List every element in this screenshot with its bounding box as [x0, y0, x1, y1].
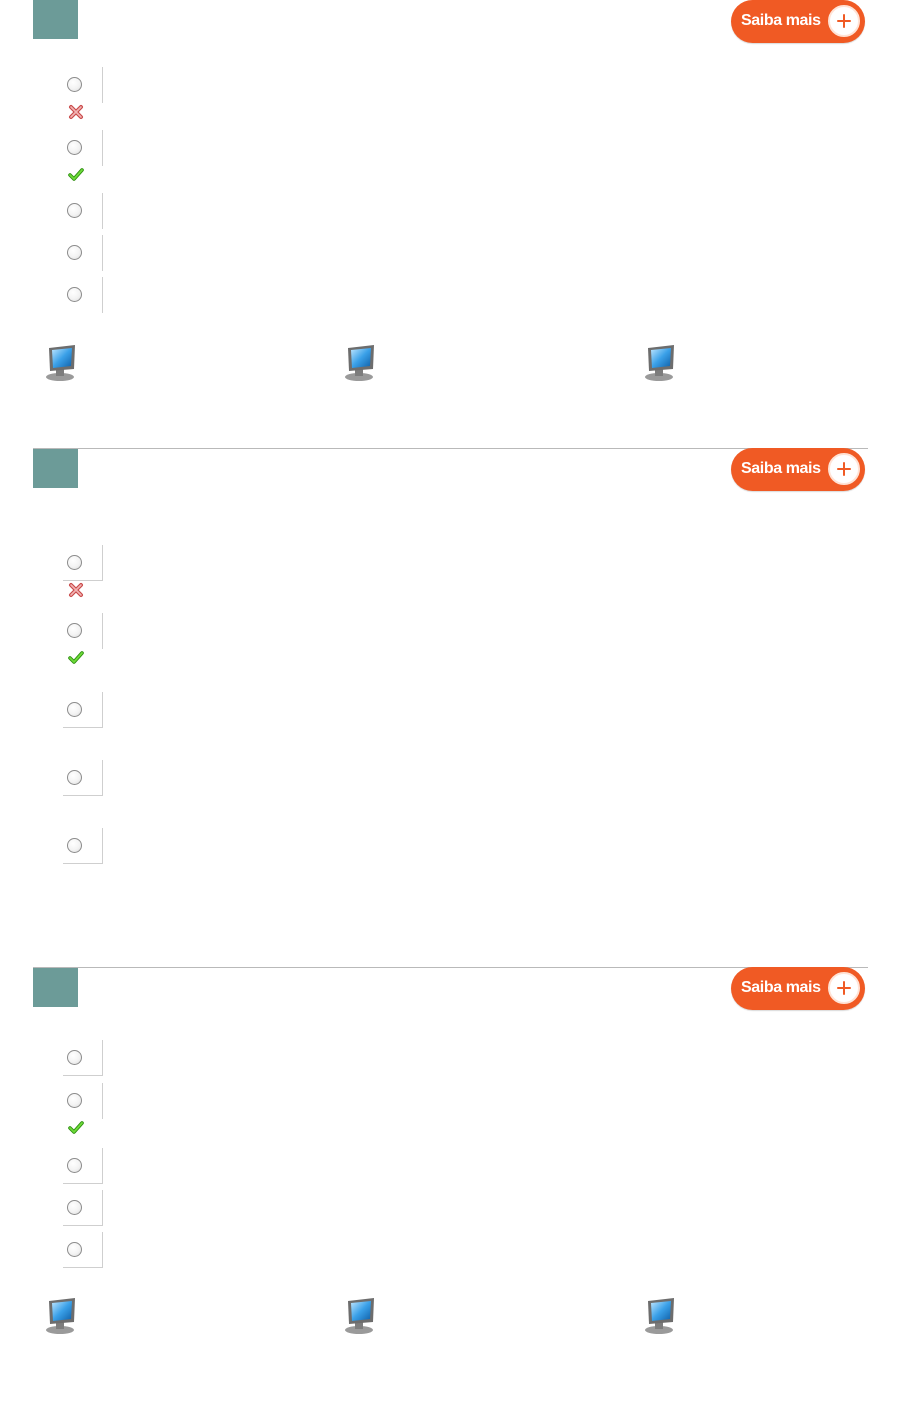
incorrect-x-icon — [69, 583, 83, 597]
incorrect-x-icon — [69, 105, 83, 119]
computer-icon[interactable] — [343, 1297, 377, 1335]
answer-option[interactable] — [63, 277, 103, 313]
radio-button[interactable] — [67, 77, 82, 92]
answer-option[interactable] — [63, 1190, 103, 1226]
question-divider — [33, 448, 868, 449]
saiba-mais-label: Saiba mais — [741, 11, 821, 29]
radio-button[interactable] — [67, 287, 82, 302]
answer-option[interactable] — [63, 67, 103, 103]
radio-button[interactable] — [67, 702, 82, 717]
question-divider — [33, 967, 868, 968]
radio-button[interactable] — [67, 140, 82, 155]
answer-option[interactable] — [63, 235, 103, 271]
radio-button[interactable] — [67, 838, 82, 853]
radio-button[interactable] — [67, 1242, 82, 1257]
answer-option[interactable] — [63, 1148, 103, 1184]
answer-option[interactable] — [63, 828, 103, 864]
correct-check-icon — [68, 168, 84, 181]
plus-icon — [828, 972, 860, 1004]
computer-icon[interactable] — [44, 344, 78, 382]
plus-icon — [828, 5, 860, 37]
correct-check-icon — [68, 1121, 84, 1134]
radio-button[interactable] — [67, 623, 82, 638]
radio-button[interactable] — [67, 1200, 82, 1215]
radio-button[interactable] — [67, 1050, 82, 1065]
correct-check-icon — [68, 651, 84, 664]
answer-option[interactable] — [63, 613, 103, 649]
answer-option[interactable] — [63, 193, 103, 229]
answer-option[interactable] — [63, 1040, 103, 1076]
answer-option[interactable] — [63, 760, 103, 796]
radio-button[interactable] — [67, 555, 82, 570]
computer-icon[interactable] — [44, 1297, 78, 1335]
question-number-badge — [33, 0, 78, 39]
answer-option[interactable] — [63, 692, 103, 728]
radio-button[interactable] — [67, 1093, 82, 1108]
saiba-mais-button[interactable]: Saiba mais — [731, 448, 865, 491]
radio-button[interactable] — [67, 1158, 82, 1173]
computer-icon[interactable] — [643, 344, 677, 382]
saiba-mais-label: Saiba mais — [741, 978, 821, 996]
radio-button[interactable] — [67, 245, 82, 260]
radio-button[interactable] — [67, 770, 82, 785]
question-1: Saiba mais — [0, 0, 901, 440]
radio-button[interactable] — [67, 203, 82, 218]
question-number-badge — [33, 968, 78, 1007]
computer-icon[interactable] — [343, 344, 377, 382]
saiba-mais-label: Saiba mais — [741, 459, 821, 477]
question-3: Saiba mais — [0, 967, 901, 1387]
saiba-mais-button[interactable]: Saiba mais — [731, 0, 865, 43]
answer-option[interactable] — [63, 1083, 103, 1119]
question-number-badge — [33, 449, 78, 488]
question-2: Saiba mais — [0, 448, 901, 958]
answer-option[interactable] — [63, 130, 103, 166]
computer-icon[interactable] — [643, 1297, 677, 1335]
answer-option[interactable] — [63, 545, 103, 581]
saiba-mais-button[interactable]: Saiba mais — [731, 967, 865, 1010]
answer-option[interactable] — [63, 1232, 103, 1268]
plus-icon — [828, 453, 860, 485]
